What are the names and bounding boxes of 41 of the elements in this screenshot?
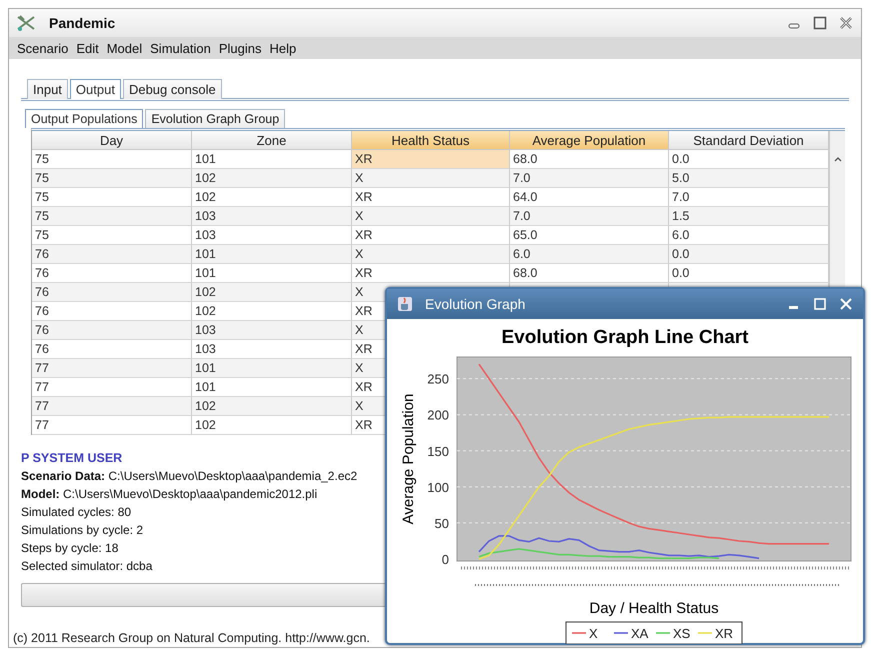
window-title: Pandemic — [49, 15, 116, 31]
table-cell: 77 — [32, 359, 192, 378]
y-tick-label: 150 — [427, 444, 449, 459]
table-cell: 7.0 — [510, 207, 669, 226]
y-tick-label: 100 — [427, 480, 449, 495]
table-cell: 75 — [32, 169, 192, 188]
info-heading: P SYSTEM USER — [21, 450, 122, 467]
table-cell: 77 — [32, 397, 192, 416]
table-cell: X — [352, 207, 510, 226]
info-line: Simulations by cycle: 2 — [21, 522, 144, 539]
info-line: Steps by cycle: 18 — [21, 540, 118, 557]
table-cell: XR — [352, 150, 510, 169]
legend-label: XA — [631, 626, 648, 641]
table-cell: 103 — [192, 207, 352, 226]
legend-label: XS — [673, 626, 690, 641]
info-line: Selected simulator: dcba — [21, 558, 152, 575]
legend-label: XR — [715, 626, 734, 641]
table-cell: 102 — [192, 169, 352, 188]
table-cell: 102 — [192, 416, 352, 435]
table-cell: 6.0 — [510, 245, 669, 264]
legend-label: X — [589, 626, 598, 641]
table-cell: X — [352, 169, 510, 188]
table-cell: 101 — [192, 359, 352, 378]
table-cell: 103 — [192, 321, 352, 340]
table-cell: X — [352, 245, 510, 264]
table-cell: 102 — [192, 397, 352, 416]
table-cell: 76 — [32, 245, 192, 264]
table-cell: 76 — [32, 283, 192, 302]
table-cell: 75 — [32, 207, 192, 226]
table-cell: 101 — [192, 245, 352, 264]
info-line: Scenario Data: C:\Users\Muevo\Desktop\aaa\pandemia_2.ec2 — [21, 468, 358, 485]
table-cell: 102 — [192, 283, 352, 302]
x-axis-label: Day / Health Status — [589, 600, 719, 617]
footer-text: (c) 2011 Research Group on Natural Computing. http://www.gcn. — [13, 631, 370, 645]
table-cell: 76 — [32, 321, 192, 340]
info-line: Model: C:\Users\Muevo\Desktop\aaa\pandemic2012.pli — [21, 486, 318, 503]
table-cell: 77 — [32, 416, 192, 435]
y-tick-label: 50 — [434, 516, 449, 531]
table-cell: 7.0 — [510, 169, 669, 188]
info-line: Simulated cycles: 80 — [21, 504, 132, 521]
y-tick-label: 0 — [442, 552, 449, 567]
